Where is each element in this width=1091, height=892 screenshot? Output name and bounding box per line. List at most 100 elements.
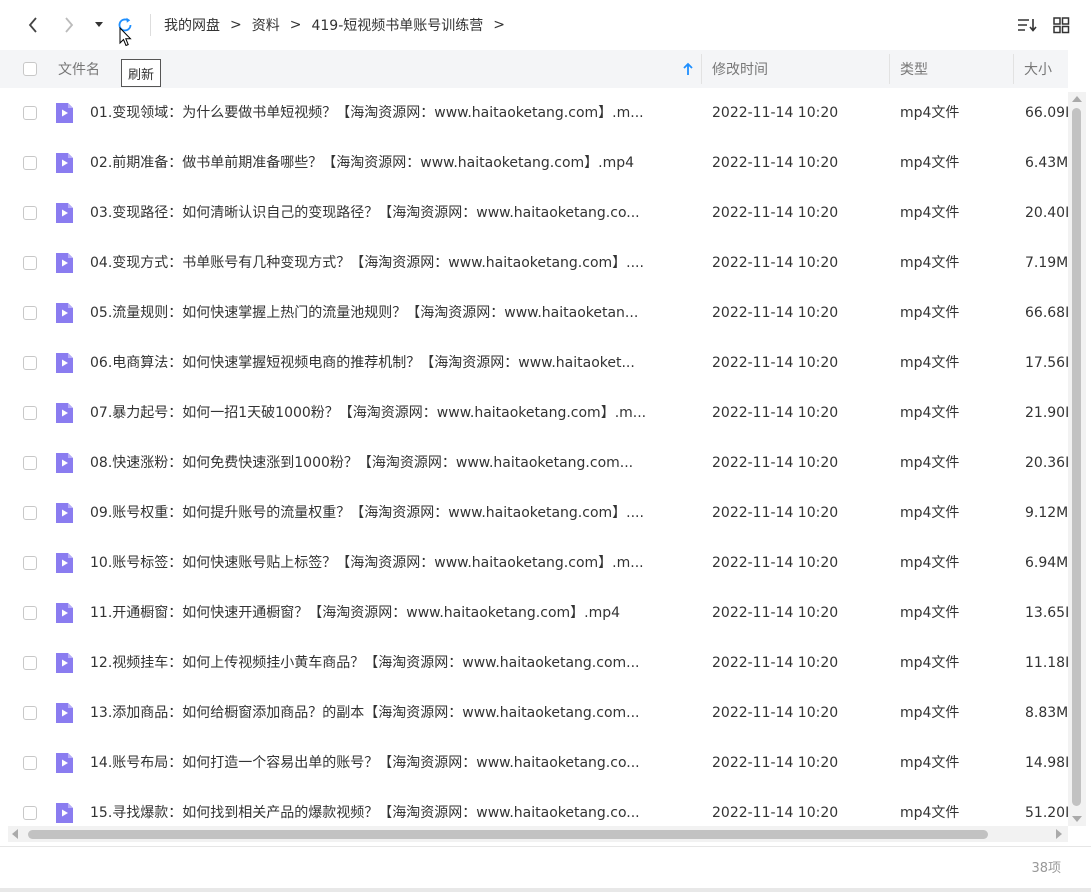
row-checkbox[interactable]	[23, 656, 37, 670]
scroll-up-arrow-icon[interactable]	[1072, 96, 1082, 102]
file-name[interactable]: 09.账号权重：如何提升账号的流量权重？【海淘资源网：www.haitaoket…	[90, 503, 692, 523]
file-size: 13.65I	[1025, 605, 1068, 621]
view-mode-button[interactable]	[1050, 12, 1072, 38]
row-checkbox[interactable]	[23, 506, 37, 520]
back-button[interactable]	[22, 12, 44, 38]
vertical-scrollbar-thumb[interactable]	[1072, 108, 1081, 806]
scroll-down-arrow-icon[interactable]	[1072, 816, 1082, 822]
table-row[interactable]: 05.流量规则：如何快速掌握上热门的流量池规则？【海淘资源网：www.haita…	[0, 288, 1068, 338]
sort-button[interactable]	[1014, 12, 1040, 38]
file-name[interactable]: 05.流量规则：如何快速掌握上热门的流量池规则？【海淘资源网：www.haita…	[90, 303, 692, 323]
video-file-icon	[56, 603, 73, 623]
row-checkbox[interactable]	[23, 256, 37, 270]
video-file-icon	[56, 753, 73, 773]
table-row[interactable]: 15.寻找爆款：如何找到相关产品的爆款视频？【海淘资源网：www.haitaok…	[0, 788, 1068, 826]
row-checkbox[interactable]	[23, 206, 37, 220]
file-size: 66.68I	[1025, 305, 1068, 321]
file-name[interactable]: 02.前期准备：做书单前期准备哪些？【海淘资源网：www.haitaoketan…	[90, 153, 692, 173]
table-row[interactable]: 08.快速涨粉：如何免费快速涨到1000粉？【海淘资源网：www.haitaok…	[0, 438, 1068, 488]
video-file-icon	[56, 203, 73, 223]
file-name[interactable]: 12.视频挂车：如何上传视频挂小黄车商品？【海淘资源网：www.haitaoke…	[90, 653, 692, 673]
footer-divider	[0, 846, 1091, 847]
breadcrumb-separator[interactable]: >	[493, 17, 505, 33]
file-name[interactable]: 07.暴力起号：如何一招1天破1000粉？【海淘资源网：www.haitaoke…	[90, 403, 692, 423]
column-header-modified[interactable]: 修改时间	[712, 50, 768, 88]
table-row[interactable]: 02.前期准备：做书单前期准备哪些？【海淘资源网：www.haitaoketan…	[0, 138, 1068, 188]
scroll-left-arrow-icon[interactable]	[12, 829, 18, 839]
video-file-icon	[56, 453, 73, 473]
row-checkbox[interactable]	[23, 156, 37, 170]
forward-button[interactable]	[58, 12, 80, 38]
breadcrumb-separator: >	[289, 17, 302, 33]
row-checkbox[interactable]	[23, 106, 37, 120]
video-file-icon	[56, 553, 73, 573]
table-row[interactable]: 01.变现领域：为什么要做书单短视频？【海淘资源网：www.haitaoketa…	[0, 88, 1068, 138]
file-name[interactable]: 08.快速涨粉：如何免费快速涨到1000粉？【海淘资源网：www.haitaok…	[90, 453, 692, 473]
row-checkbox[interactable]	[23, 806, 37, 820]
file-name[interactable]: 15.寻找爆款：如何找到相关产品的爆款视频？【海淘资源网：www.haitaok…	[90, 803, 692, 823]
table-row[interactable]: 11.开通橱窗：如何快速开通橱窗？【海淘资源网：www.haitaoketang…	[0, 588, 1068, 638]
breadcrumb-item-root[interactable]: 我的网盘	[164, 15, 220, 35]
table-row[interactable]: 09.账号权重：如何提升账号的流量权重？【海淘资源网：www.haitaoket…	[0, 488, 1068, 538]
file-type: mp4文件	[900, 605, 960, 621]
file-name[interactable]: 01.变现领域：为什么要做书单短视频？【海淘资源网：www.haitaoketa…	[90, 103, 692, 123]
column-divider[interactable]	[1013, 54, 1014, 84]
row-checkbox[interactable]	[23, 706, 37, 720]
row-checkbox[interactable]	[23, 756, 37, 770]
horizontal-scrollbar[interactable]	[8, 826, 1068, 842]
row-checkbox[interactable]	[23, 456, 37, 470]
row-checkbox[interactable]	[23, 556, 37, 570]
file-name[interactable]: 03.变现路径：如何清晰认识自己的变现路径？【海淘资源网：www.haitaok…	[90, 203, 692, 223]
window-bottom-edge	[0, 888, 1091, 892]
table-row[interactable]: 06.电商算法：如何快速掌握短视频电商的推荐机制？【海淘资源网：www.hait…	[0, 338, 1068, 388]
file-type: mp4文件	[900, 755, 960, 771]
breadcrumb: 我的网盘 > 资料 > 419-短视频书单账号训练营 >	[164, 15, 515, 35]
file-name[interactable]: 11.开通橱窗：如何快速开通橱窗？【海淘资源网：www.haitaoketang…	[90, 603, 692, 623]
table-row[interactable]: 13.添加商品：如何给橱窗添加商品？的副本【海淘资源网：www.haitaoke…	[0, 688, 1068, 738]
table-row[interactable]: 04.变现方式：书单账号有几种变现方式？【海淘资源网：www.haitaoket…	[0, 238, 1068, 288]
file-type: mp4文件	[900, 705, 960, 721]
row-checkbox[interactable]	[23, 356, 37, 370]
file-name[interactable]: 13.添加商品：如何给橱窗添加商品？的副本【海淘资源网：www.haitaoke…	[90, 703, 692, 723]
breadcrumb-item-current[interactable]: 419-短视频书单账号训练营	[311, 15, 483, 35]
file-size: 6.94M	[1025, 555, 1068, 571]
file-size: 20.40I	[1025, 205, 1068, 221]
video-file-icon	[56, 403, 73, 423]
file-name[interactable]: 04.变现方式：书单账号有几种变现方式？【海淘资源网：www.haitaoket…	[90, 253, 692, 273]
sort-ascending-icon[interactable]	[682, 62, 694, 76]
table-row[interactable]: 12.视频挂车：如何上传视频挂小黄车商品？【海淘资源网：www.haitaoke…	[0, 638, 1068, 688]
column-divider[interactable]	[889, 54, 890, 84]
file-size: 21.90I	[1025, 405, 1068, 421]
row-checkbox[interactable]	[23, 606, 37, 620]
table-row[interactable]: 07.暴力起号：如何一招1天破1000粉？【海淘资源网：www.haitaoke…	[0, 388, 1068, 438]
item-count: 38项	[1031, 861, 1061, 876]
scroll-right-arrow-icon[interactable]	[1056, 829, 1062, 839]
table-row[interactable]: 10.账号标签：如何快速账号贴上标签？【海淘资源网：www.haitaoketa…	[0, 538, 1068, 588]
file-size: 14.98I	[1025, 755, 1068, 771]
video-file-icon	[56, 353, 73, 373]
file-type: mp4文件	[900, 505, 960, 521]
column-header-name[interactable]: 文件名	[58, 50, 100, 88]
file-name[interactable]: 14.账号布局：如何打造一个容易出单的账号？【海淘资源网：www.haitaok…	[90, 753, 692, 773]
file-name[interactable]: 06.电商算法：如何快速掌握短视频电商的推荐机制？【海淘资源网：www.hait…	[90, 353, 692, 373]
select-all-checkbox[interactable]	[23, 62, 37, 76]
horizontal-scrollbar-thumb[interactable]	[28, 830, 988, 839]
table-row[interactable]: 03.变现路径：如何清晰认识自己的变现路径？【海淘资源网：www.haitaok…	[0, 188, 1068, 238]
column-header-size[interactable]: 大小	[1024, 50, 1052, 88]
video-file-icon	[56, 703, 73, 723]
chevron-right-icon	[65, 17, 74, 33]
vertical-scrollbar[interactable]	[1068, 92, 1086, 826]
column-divider[interactable]	[701, 54, 702, 84]
sort-list-icon	[1018, 19, 1037, 32]
table-row[interactable]: 14.账号布局：如何打造一个容易出单的账号？【海淘资源网：www.haitaok…	[0, 738, 1068, 788]
file-list: 01.变现领域：为什么要做书单短视频？【海淘资源网：www.haitaoketa…	[0, 88, 1068, 826]
column-header-type[interactable]: 类型	[900, 50, 928, 88]
row-checkbox[interactable]	[23, 306, 37, 320]
history-dropdown-button[interactable]	[90, 12, 108, 38]
file-type: mp4文件	[900, 255, 960, 271]
chevron-left-icon	[28, 17, 37, 33]
breadcrumb-item-folder[interactable]: 资料	[252, 15, 280, 35]
toolbar: 我的网盘 > 资料 > 419-短视频书单账号训练营 >	[0, 0, 1091, 50]
row-checkbox[interactable]	[23, 406, 37, 420]
file-name[interactable]: 10.账号标签：如何快速账号贴上标签？【海淘资源网：www.haitaoketa…	[90, 553, 692, 573]
